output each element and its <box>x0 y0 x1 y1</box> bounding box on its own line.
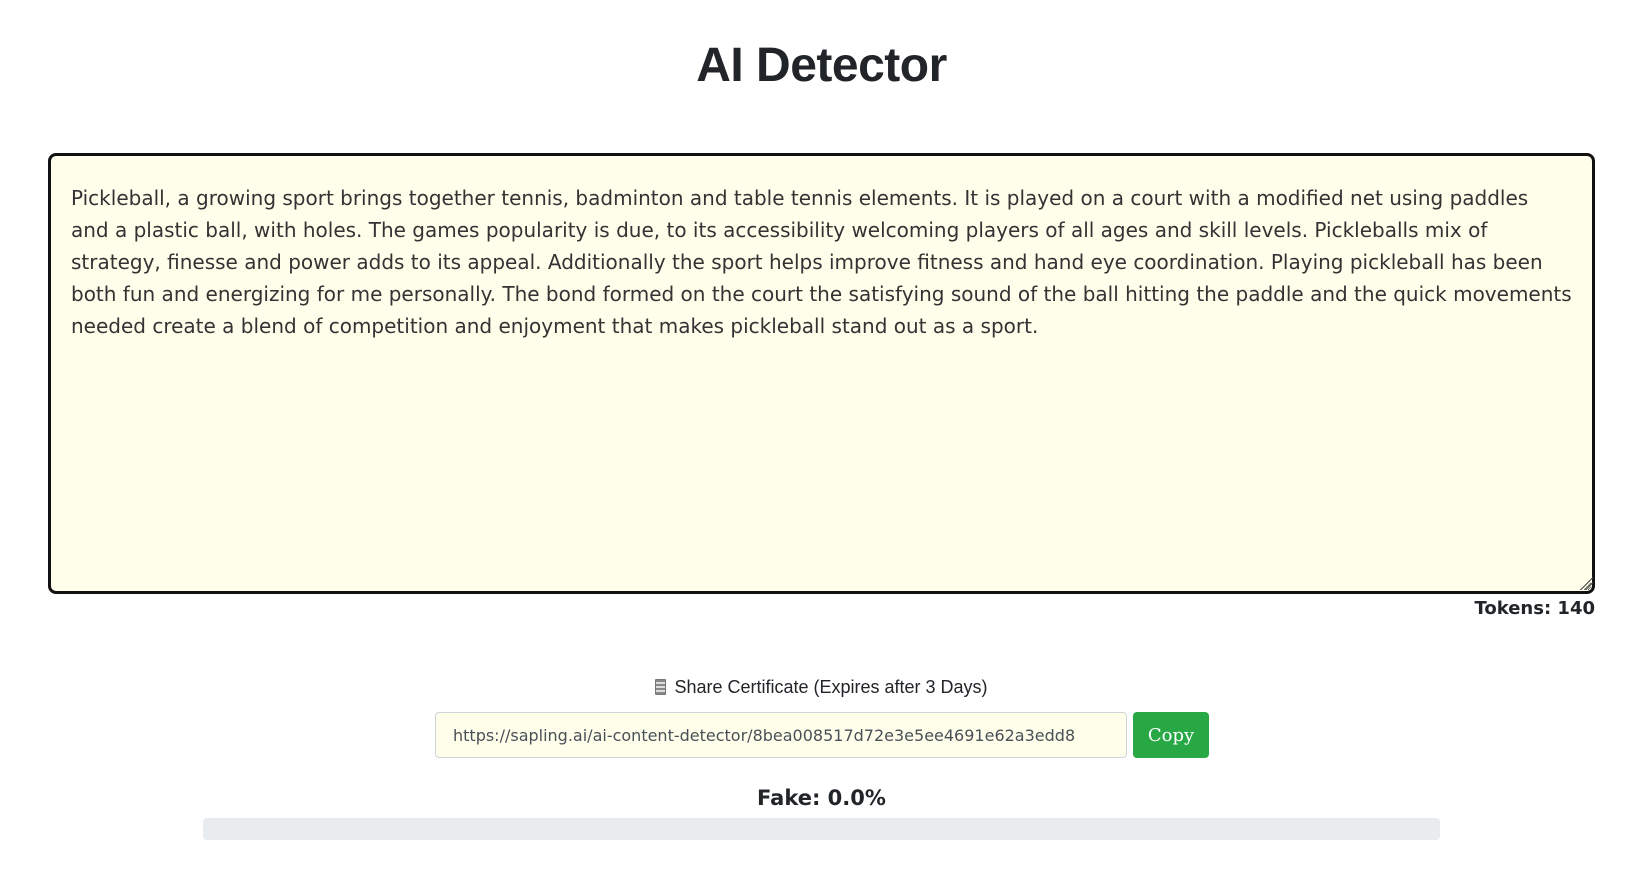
fake-score-label: Fake: 0.0% <box>757 786 886 810</box>
share-url-input[interactable] <box>435 712 1127 758</box>
ai-detector-page: AI Detector Pickleball, a growing sport … <box>0 0 1643 885</box>
share-certificate-label: Share Certificate (Expires after 3 Days) <box>0 677 1643 698</box>
document-icon <box>655 679 667 695</box>
resize-handle-icon[interactable] <box>1579 576 1593 590</box>
page-title: AI Detector <box>696 39 947 92</box>
copy-button[interactable]: Copy <box>1133 712 1209 758</box>
fake-score-progress-bar <box>203 818 1440 840</box>
token-count: Tokens: 140 <box>1474 598 1595 619</box>
share-certificate-text: Share Certificate (Expires after 3 Days) <box>674 677 988 697</box>
share-url-row: Copy <box>435 712 1209 758</box>
text-input-area[interactable]: Pickleball, a growing sport brings toget… <box>48 153 1595 594</box>
